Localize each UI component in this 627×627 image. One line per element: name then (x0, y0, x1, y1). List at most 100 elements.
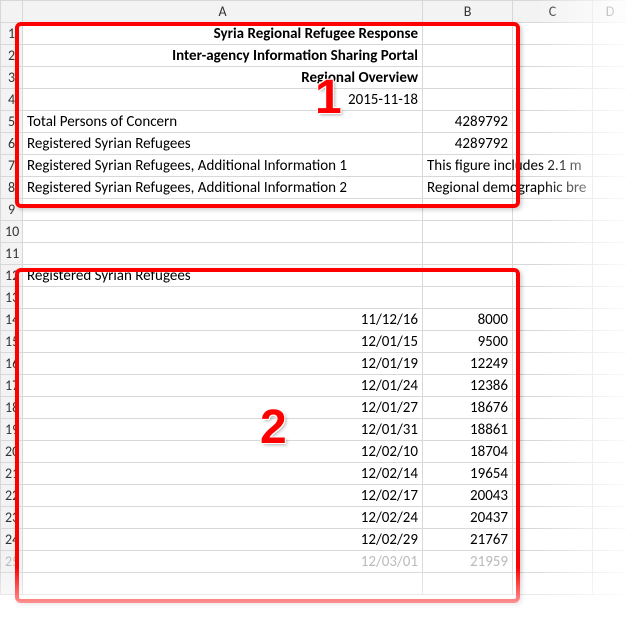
cell-C5[interactable] (513, 111, 593, 133)
cell-A11[interactable] (23, 243, 423, 265)
cell-B7[interactable]: This figure includes 2.1 m (423, 155, 513, 177)
row-header[interactable]: 7 (1, 155, 23, 177)
row-header[interactable]: 9 (1, 199, 23, 221)
cell-A26[interactable] (23, 573, 423, 595)
cell-A7[interactable]: Registered Syrian Refugees, Additional I… (23, 155, 423, 177)
cell-B13[interactable] (423, 287, 513, 309)
cell-B24[interactable]: 21767 (423, 529, 513, 551)
cell-D20[interactable] (593, 441, 627, 463)
cell-A25[interactable]: 12/03/01 (23, 551, 423, 573)
cell-C25[interactable] (513, 551, 593, 573)
cell-C23[interactable] (513, 507, 593, 529)
cell-D10[interactable] (593, 221, 627, 243)
row-header[interactable] (1, 573, 23, 595)
cell-A4[interactable]: 2015-11-18 (23, 89, 423, 111)
cell-B11[interactable] (423, 243, 513, 265)
cell-D18[interactable] (593, 397, 627, 419)
col-header-D[interactable]: D (593, 1, 627, 23)
cell-A12[interactable]: Registered Syrian Refugees (23, 265, 423, 287)
cell-C9[interactable] (513, 199, 593, 221)
row-header[interactable]: 5 (1, 111, 23, 133)
col-header-A[interactable]: A (23, 1, 423, 23)
row-header[interactable]: 13 (1, 287, 23, 309)
row-header[interactable]: 10 (1, 221, 23, 243)
cell-B17[interactable]: 12386 (423, 375, 513, 397)
cell-B14[interactable]: 8000 (423, 309, 513, 331)
cell-D15[interactable] (593, 331, 627, 353)
cell-C6[interactable] (513, 133, 593, 155)
cell-D23[interactable] (593, 507, 627, 529)
cell-A20[interactable]: 12/02/10 (23, 441, 423, 463)
cell-B16[interactable]: 12249 (423, 353, 513, 375)
col-header-C[interactable]: C (513, 1, 593, 23)
cell-D5[interactable] (593, 111, 627, 133)
cell-C2[interactable] (513, 45, 593, 67)
row-header[interactable]: 15 (1, 331, 23, 353)
cell-D25[interactable] (593, 551, 627, 573)
cell-B23[interactable]: 20437 (423, 507, 513, 529)
cell-B21[interactable]: 19654 (423, 463, 513, 485)
cell-C16[interactable] (513, 353, 593, 375)
row-header[interactable]: 3 (1, 67, 23, 89)
cell-A15[interactable]: 12/01/15 (23, 331, 423, 353)
cell-D13[interactable] (593, 287, 627, 309)
cell-D11[interactable] (593, 243, 627, 265)
cell-D4[interactable] (593, 89, 627, 111)
cell-C26[interactable] (513, 573, 593, 595)
cell-B15[interactable]: 9500 (423, 331, 513, 353)
grid[interactable]: A B C D 1 Syria Regional Refugee Respons… (0, 0, 627, 595)
cell-A19[interactable]: 12/01/31 (23, 419, 423, 441)
col-header-B[interactable]: B (423, 1, 513, 23)
cell-D3[interactable] (593, 67, 627, 89)
row-header[interactable]: 6 (1, 133, 23, 155)
cell-B18[interactable]: 18676 (423, 397, 513, 419)
cell-B25[interactable]: 21959 (423, 551, 513, 573)
cell-A9[interactable] (23, 199, 423, 221)
row-header[interactable]: 8 (1, 177, 23, 199)
cell-B19[interactable]: 18861 (423, 419, 513, 441)
cell-A16[interactable]: 12/01/19 (23, 353, 423, 375)
cell-A21[interactable]: 12/02/14 (23, 463, 423, 485)
cell-C11[interactable] (513, 243, 593, 265)
row-header[interactable]: 17 (1, 375, 23, 397)
cell-A18[interactable]: 12/01/27 (23, 397, 423, 419)
row-header[interactable]: 21 (1, 463, 23, 485)
cell-D21[interactable] (593, 463, 627, 485)
cell-C15[interactable] (513, 331, 593, 353)
cell-C21[interactable] (513, 463, 593, 485)
cell-D14[interactable] (593, 309, 627, 331)
cell-A14[interactable]: 11/12/16 (23, 309, 423, 331)
cell-D24[interactable] (593, 529, 627, 551)
cell-C20[interactable] (513, 441, 593, 463)
cell-C19[interactable] (513, 419, 593, 441)
row-header[interactable]: 20 (1, 441, 23, 463)
cell-B2[interactable] (423, 45, 513, 67)
cell-A10[interactable] (23, 221, 423, 243)
cell-A13[interactable] (23, 287, 423, 309)
cell-C13[interactable] (513, 287, 593, 309)
row-header[interactable]: 16 (1, 353, 23, 375)
row-header[interactable]: 24 (1, 529, 23, 551)
cell-A17[interactable]: 12/01/24 (23, 375, 423, 397)
cell-A22[interactable]: 12/02/17 (23, 485, 423, 507)
cell-C18[interactable] (513, 397, 593, 419)
cell-A2[interactable]: Inter-agency Information Sharing Portal (23, 45, 423, 67)
cell-B10[interactable] (423, 221, 513, 243)
cell-A5[interactable]: Total Persons of Concern (23, 111, 423, 133)
cell-C24[interactable] (513, 529, 593, 551)
cell-A8[interactable]: Registered Syrian Refugees, Additional I… (23, 177, 423, 199)
cell-B9[interactable] (423, 199, 513, 221)
cell-D26[interactable] (593, 573, 627, 595)
cell-A6[interactable]: Registered Syrian Refugees (23, 133, 423, 155)
cell-C12[interactable] (513, 265, 593, 287)
row-header[interactable]: 11 (1, 243, 23, 265)
cell-C4[interactable] (513, 89, 593, 111)
cell-C22[interactable] (513, 485, 593, 507)
row-header[interactable]: 22 (1, 485, 23, 507)
cell-B8[interactable]: Regional demographic bre (423, 177, 513, 199)
cell-D22[interactable] (593, 485, 627, 507)
row-header[interactable]: 19 (1, 419, 23, 441)
cell-B6[interactable]: 4289792 (423, 133, 513, 155)
cell-D19[interactable] (593, 419, 627, 441)
row-header[interactable]: 12 (1, 265, 23, 287)
